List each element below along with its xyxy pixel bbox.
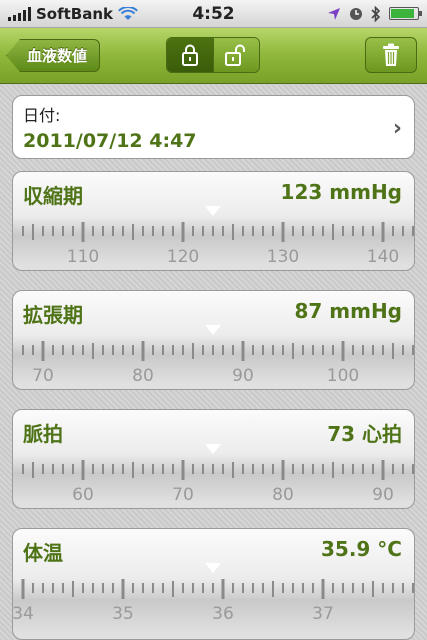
temperature-label: 体温 [23,541,63,565]
temperature-ruler[interactable]: 34 35 36 37 [13,573,415,629]
clock-icon [350,7,362,20]
lock-icon [181,44,198,66]
battery-icon [389,7,422,20]
systolic-picker[interactable]: 収縮期 123 mmHg 110 120 130 140 [12,171,415,271]
status-bar: SoftBank 4:52 [0,0,427,28]
diastolic-label: 拡張期 [23,303,83,327]
ruler-tick-label: 120 [167,247,199,267]
temperature-value: 35.9 °C [321,537,402,561]
date-value: 2011/07/12 4:47 [23,130,197,152]
ruler-tick-label: 80 [132,366,154,386]
temperature-picker[interactable]: 体温 35.9 °C 34 35 36 37 [12,528,415,640]
unlock-segment[interactable] [212,38,259,72]
signal-icon [8,6,31,21]
wifi-icon [118,6,138,20]
diastolic-ruler[interactable]: 70 80 90 100 [13,335,415,390]
ruler-tick-label: 140 [367,247,399,267]
systolic-label: 収縮期 [23,184,83,208]
trash-icon [383,43,399,66]
pulse-label: 脈拍 [23,422,63,446]
ruler-tick-label: 80 [272,485,294,505]
ruler-tick-label: 100 [327,366,359,386]
delete-button[interactable] [365,37,417,73]
bluetooth-icon [371,5,381,22]
carrier-name: SoftBank [36,4,114,23]
diastolic-picker[interactable]: 拡張期 87 mmHg 70 80 90 100 [12,290,415,390]
ruler-tick-label: 90 [372,485,394,505]
navigation-bar: 血液数値 [0,28,427,84]
content-area: 日付: 2011/07/12 4:47 › 収縮期 123 mmHg 110 12… [0,85,427,640]
ruler-tick-label: 70 [32,366,54,386]
location-arrow-icon [328,7,340,20]
pulse-ruler[interactable]: 60 70 80 90 [13,454,415,509]
lock-segmented-control[interactable] [166,37,260,73]
carrier-group: SoftBank [8,5,138,23]
status-icons [327,5,422,22]
pointer-icon [205,563,221,573]
back-button-label: 血液数値 [27,47,88,65]
ruler-tick-label: 110 [67,247,99,267]
back-button[interactable]: 血液数値 [6,39,101,72]
chevron-right-icon: › [392,116,402,141]
pulse-value: 73 心拍 [327,422,402,446]
pointer-icon [205,444,221,454]
pulse-picker[interactable]: 脈拍 73 心拍 60 70 80 90 [12,409,415,509]
pointer-icon [205,325,221,335]
unlock-icon [225,44,246,66]
ruler-tick-label: 90 [232,366,254,386]
ruler-tick-label: 36 [212,604,234,624]
ruler-tick-label: 34 [13,604,34,624]
date-label: 日付: [23,106,61,125]
lock-segment[interactable] [167,38,213,72]
ruler-tick-label: 37 [312,604,334,624]
ruler-tick-label: 60 [72,485,94,505]
ruler-tick-label: 35 [112,604,134,624]
systolic-ruler[interactable]: 110 120 130 140 [13,216,415,271]
date-row[interactable]: 日付: 2011/07/12 4:47 › [12,95,415,159]
ruler-tick-label: 70 [172,485,194,505]
diastolic-value: 87 mmHg [294,299,402,323]
systolic-value: 123 mmHg [280,180,402,204]
ruler-tick-label: 130 [267,247,299,267]
pointer-icon [205,206,221,216]
